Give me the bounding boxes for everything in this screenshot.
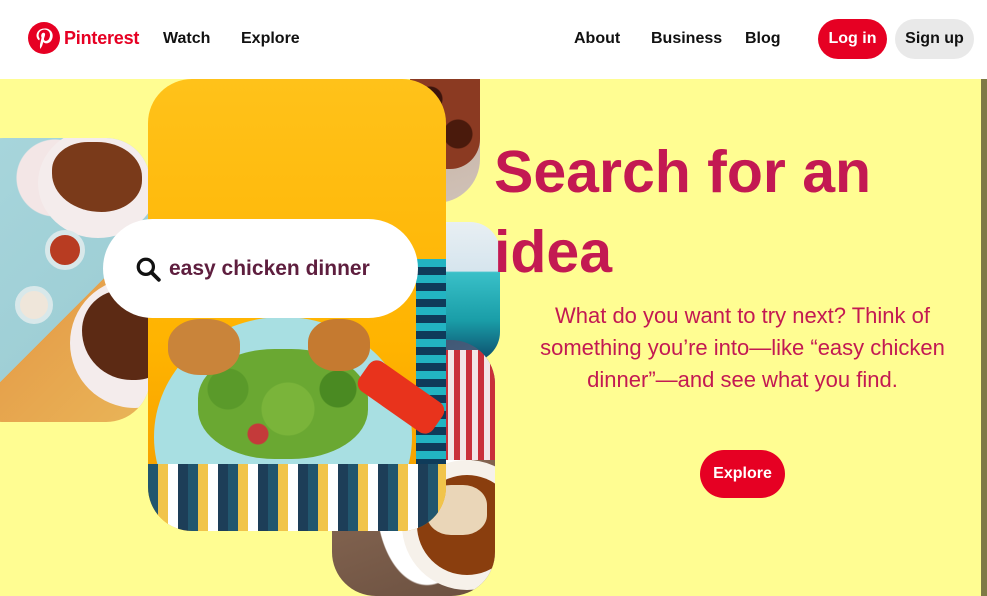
brand-name: Pinterest bbox=[64, 27, 140, 48]
page-edge-divider bbox=[981, 79, 987, 596]
explore-button[interactable]: Explore bbox=[700, 450, 785, 498]
hero-title: Search for an idea bbox=[494, 139, 872, 285]
search-example-text: easy chicken dinner bbox=[169, 256, 370, 280]
login-button[interactable]: Log in bbox=[818, 19, 887, 59]
signup-button[interactable]: Sign up bbox=[895, 19, 974, 59]
hero-description: What do you want to try next? Think of s… bbox=[540, 303, 945, 392]
nav-explore-link[interactable]: Explore bbox=[241, 30, 300, 48]
search-example-bubble: easy chicken dinner bbox=[103, 219, 418, 318]
nav-watch-link[interactable]: Watch bbox=[163, 30, 210, 48]
pinterest-logo[interactable]: Pinterest bbox=[28, 22, 139, 54]
nav-blog-link[interactable]: Blog bbox=[745, 30, 781, 48]
pinterest-logo-icon bbox=[28, 22, 60, 54]
top-header: Pinterest Watch Explore About Business B… bbox=[0, 0, 987, 79]
nav-about-link[interactable]: About bbox=[574, 30, 620, 48]
search-icon bbox=[136, 257, 161, 282]
nav-business-link[interactable]: Business bbox=[651, 30, 722, 48]
